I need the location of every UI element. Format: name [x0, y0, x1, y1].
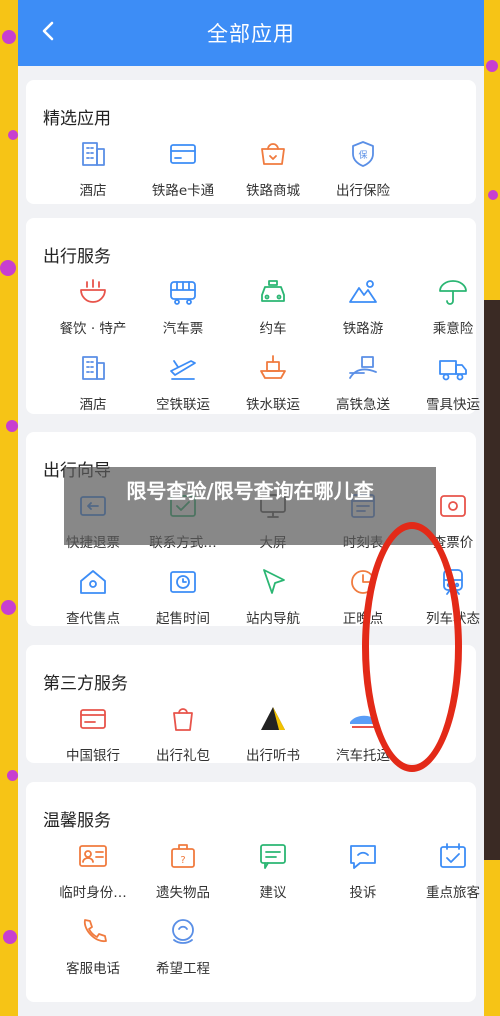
app-shortcut-label: 约车 — [259, 321, 287, 337]
app-shortcut[interactable]: 酒店 — [48, 137, 138, 207]
app-shortcut-label: 起售时间 — [156, 611, 210, 627]
watermark-overlay: 限号查验/限号查询在哪儿查 — [64, 467, 436, 545]
app-shortcut[interactable]: 铁路游 — [318, 275, 408, 345]
app-shortcut[interactable]: 保出行保险 — [318, 137, 408, 207]
svg-text:?: ? — [180, 855, 185, 866]
app-shortcut[interactable]: 重点旅客 — [408, 839, 484, 909]
complaint-icon — [350, 845, 376, 869]
app-shortcut[interactable]: 约车 — [228, 275, 318, 345]
app-shortcut-label: 出行听书 — [246, 748, 300, 764]
app-shortcut-label: 铁路游 — [342, 321, 384, 337]
app-shortcut-label: 铁路商城 — [246, 183, 300, 199]
clock-ticket-icon — [170, 571, 196, 593]
app-shortcut[interactable]: 酒店 — [48, 351, 138, 421]
app-shortcut-label: 出行保险 — [336, 183, 390, 199]
ship-icon — [260, 355, 286, 379]
app-shortcut[interactable]: 投诉 — [318, 839, 408, 909]
phone-icon — [84, 919, 107, 942]
section-card: 温馨服务 临时身份…? 遗失物品 建议 投诉 重点旅客 客服电话 希望工程 — [26, 782, 480, 1002]
shop-icon — [261, 143, 285, 165]
app-shortcut[interactable]: 餐饮 · 特产 — [48, 275, 138, 345]
nav-header: 全部应用 — [18, 0, 484, 66]
app-shortcut-label: 建议 — [259, 885, 287, 901]
delivery-icon — [349, 356, 377, 379]
calendar-check-icon — [440, 843, 466, 868]
app-shortcut[interactable]: 建议 — [228, 839, 318, 909]
car-icon — [261, 280, 285, 302]
app-shortcut-label: 出行礼包 — [156, 748, 210, 764]
page-title: 全部应用 — [207, 22, 295, 46]
app-shortcut-label: 乘意险 — [432, 321, 474, 337]
lost-item-icon: ? — [171, 844, 195, 868]
app-shortcut-label: 餐饮 · 特产 — [59, 321, 127, 337]
app-shortcut[interactable]: 临时身份… — [48, 839, 138, 909]
app-shortcut-label: 投诉 — [349, 885, 377, 901]
app-shortcut[interactable]: 出行听书 — [228, 702, 318, 772]
app-shortcut[interactable]: 铁水联运 — [228, 351, 318, 421]
app-shortcut-label: 铁水联运 — [246, 397, 300, 413]
section-title: 精选应用 — [43, 109, 111, 129]
app-shortcut[interactable]: 高铁急送 — [318, 351, 408, 421]
bank-card-icon — [80, 709, 106, 729]
app-shortcut-label: 酒店 — [79, 397, 107, 413]
shield-icon: 保 — [352, 141, 374, 167]
app-shortcut-label: 希望工程 — [156, 961, 210, 977]
app-shortcut-label: 站内导航 — [246, 611, 300, 627]
app-shortcut[interactable]: 站内导航 — [228, 565, 318, 635]
background-photo — [484, 300, 500, 860]
bus-icon — [170, 281, 196, 305]
app-shortcut[interactable]: ? 遗失物品 — [138, 839, 228, 909]
back-arrow-icon[interactable] — [38, 20, 60, 42]
app-shortcut-label: 临时身份… — [59, 885, 127, 901]
app-shortcut-label: 雪具快运 — [426, 397, 480, 413]
app-shortcut[interactable]: 查代售点 — [48, 565, 138, 635]
app-shortcut[interactable]: 铁路商城 — [228, 137, 318, 207]
app-shortcut-label: 中国银行 — [66, 748, 120, 764]
app-shortcut[interactable]: 出行礼包 — [138, 702, 228, 772]
price-icon — [440, 495, 466, 517]
section-title: 第三方服务 — [43, 674, 128, 694]
app-shortcut[interactable]: 空铁联运 — [138, 351, 228, 421]
app-shortcut-label: 客服电话 — [66, 961, 120, 977]
app-shortcut-label: 酒店 — [79, 183, 107, 199]
app-shortcut[interactable]: 雪具快运 — [408, 351, 484, 421]
red-highlight-ring — [362, 522, 462, 772]
app-shortcut-label: 重点旅客 — [426, 885, 480, 901]
app-shortcut[interactable]: 客服电话 — [48, 915, 138, 985]
app-shortcut[interactable]: 铁路e卡通 — [138, 137, 228, 207]
section-card: 出行服务餐饮 · 特产 汽车票 约车 铁路游 乘意险酒店 空铁联运 铁水联运 高铁急送 雪具快运 — [26, 218, 480, 414]
truck-icon — [439, 360, 467, 381]
svg-text:保: 保 — [358, 149, 367, 161]
section-title: 温馨服务 — [43, 811, 111, 831]
id-card-icon — [79, 845, 107, 867]
app-shortcut-label: 汽车票 — [162, 321, 204, 337]
house-icon — [80, 570, 106, 594]
app-shortcut[interactable]: 乘意险 — [408, 275, 484, 345]
app-shortcut-label: 空铁联运 — [156, 397, 210, 413]
umbrella-icon — [439, 280, 467, 305]
heart-hand-icon — [172, 919, 194, 944]
app-shortcut-label: 铁路e卡通 — [151, 183, 215, 199]
app-shortcut-label: 查代售点 — [66, 611, 120, 627]
section-card: 精选应用酒店 铁路e卡通 铁路商城 保出行保险 — [26, 80, 476, 204]
bowl-icon — [80, 279, 106, 303]
app-shortcut-label: 遗失物品 — [156, 885, 210, 901]
app-shortcut-label: 高铁急送 — [336, 397, 390, 413]
hotel-icon — [82, 142, 105, 166]
book-icon — [261, 707, 285, 730]
navigation-icon — [263, 569, 285, 594]
app-shortcut[interactable]: 汽车票 — [138, 275, 228, 345]
card-icon — [170, 144, 196, 164]
hotel-icon — [82, 356, 105, 380]
section-title: 出行服务 — [43, 247, 111, 267]
gift-bag-icon — [173, 708, 193, 731]
app-shortcut[interactable]: 希望工程 — [138, 915, 228, 985]
app-shortcut[interactable]: 中国银行 — [48, 702, 138, 772]
plane-icon — [170, 360, 196, 380]
app-shortcut[interactable]: 起售时间 — [138, 565, 228, 635]
mountain-icon — [349, 280, 377, 303]
suggestion-icon — [260, 844, 286, 869]
